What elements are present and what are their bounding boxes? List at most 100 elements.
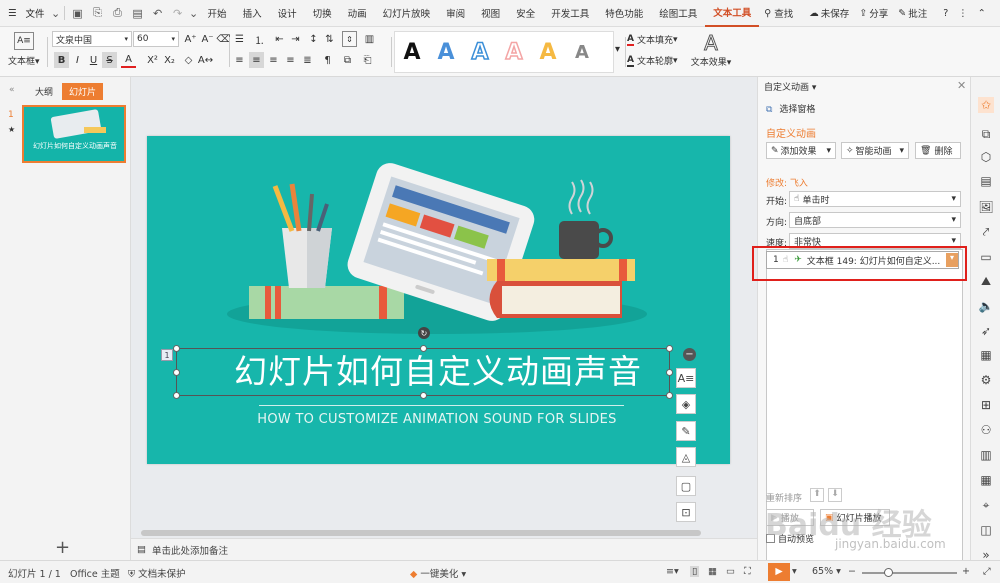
- shapes-icon[interactable]: ⬡: [978, 149, 994, 165]
- zoom-level[interactable]: 65% ▾: [812, 566, 841, 577]
- chevron-down-icon[interactable]: ⌄: [51, 0, 61, 27]
- textbox-icon[interactable]: A≡: [14, 32, 34, 50]
- bold-icon[interactable]: B: [54, 52, 69, 68]
- shrink-font-icon[interactable]: A⁻: [200, 31, 215, 47]
- audio-icon[interactable]: 🔈: [978, 298, 994, 314]
- zoom-in-icon[interactable]: +: [962, 566, 970, 577]
- tab-view[interactable]: 视图: [473, 0, 508, 27]
- wordart-style-4[interactable]: A: [497, 39, 531, 66]
- align-left-icon[interactable]: ≡: [232, 52, 247, 68]
- distribute-icon[interactable]: ≣: [300, 52, 315, 68]
- text-effect-button[interactable]: A 文本效果▾: [690, 31, 732, 69]
- text-direction-icon[interactable]: ⇅: [322, 31, 337, 47]
- add-slide-icon[interactable]: +: [55, 537, 70, 558]
- resize-handle[interactable]: [666, 392, 673, 399]
- frame-icon[interactable]: ▢: [676, 476, 696, 496]
- reading-view-icon[interactable]: ▭: [726, 566, 735, 577]
- eraser-icon[interactable]: ◇: [181, 52, 196, 68]
- tab-outline[interactable]: 大纲: [28, 83, 60, 100]
- paragraph-icon[interactable]: ¶: [320, 52, 335, 68]
- superscript-icon[interactable]: X²: [145, 52, 160, 68]
- tab-features[interactable]: 特色功能: [597, 0, 651, 27]
- wordart-style-3[interactable]: A: [463, 39, 497, 66]
- textbox-button[interactable]: 文本框▾: [8, 54, 40, 67]
- justify-icon[interactable]: ≡: [283, 52, 298, 68]
- textbox-tool-icon[interactable]: ⊡: [676, 502, 696, 522]
- resize-handle[interactable]: [173, 369, 180, 376]
- picture-icon[interactable]: ⛰: [978, 273, 994, 289]
- tab-design[interactable]: 设计: [270, 0, 305, 27]
- font-name-select[interactable]: 文泉中国 ▾: [52, 31, 132, 47]
- image-icon[interactable]: 🖼: [978, 199, 994, 215]
- tab-developer[interactable]: 开发工具: [543, 0, 597, 27]
- bullet-list-icon[interactable]: ☰: [232, 31, 247, 47]
- fullscreen-icon[interactable]: ⛶: [744, 566, 751, 577]
- play-options-icon[interactable]: ▾: [792, 566, 797, 577]
- wordart-style-1[interactable]: A: [395, 40, 429, 65]
- tab-drawing-tools[interactable]: 绘图工具: [651, 0, 705, 27]
- tab-transition[interactable]: 切换: [305, 0, 340, 27]
- slide[interactable]: 幻灯片如何自定义动画声音 ↻ 1 HOW TO CUSTOMIZE ANIMAT…: [147, 136, 730, 464]
- paste-icon[interactable]: ⎗: [360, 52, 375, 68]
- grid-icon[interactable]: ▦: [978, 472, 994, 488]
- settings-sliders-icon[interactable]: ⚙: [978, 372, 994, 388]
- sorter-view-icon[interactable]: ▦: [708, 566, 717, 577]
- gallery-more-icon[interactable]: ▾: [610, 41, 625, 57]
- tab-animation[interactable]: 动画: [340, 0, 375, 27]
- resize-handle[interactable]: [173, 392, 180, 399]
- format-painter-icon[interactable]: ⎘: [88, 0, 108, 27]
- tab-security[interactable]: 安全: [508, 0, 543, 27]
- start-select[interactable]: ☝ 单击时 ▾: [789, 191, 961, 207]
- design-icon[interactable]: ⧉: [978, 126, 994, 142]
- align-text-icon[interactable]: ⇕: [342, 31, 357, 47]
- zoom-slider[interactable]: [862, 568, 957, 577]
- resize-handle[interactable]: [666, 369, 673, 376]
- smart-animation-button[interactable]: ✧ 智能动画 ▾: [841, 142, 909, 159]
- horizontal-scrollbar[interactable]: [131, 527, 757, 538]
- slide-thumbnail[interactable]: 幻灯片如何自定义动画声音: [22, 105, 126, 163]
- search-button[interactable]: ⚲ 查找: [759, 0, 798, 27]
- font-color-icon[interactable]: A: [121, 52, 136, 68]
- fill-icon[interactable]: ◬: [676, 447, 696, 467]
- file-menu[interactable]: 文件: [20, 0, 51, 27]
- chevron-down-icon[interactable]: ⌄: [188, 0, 200, 27]
- slide-subtitle[interactable]: HOW TO CUSTOMIZE ANIMATION SOUND FOR SLI…: [187, 412, 687, 427]
- theme-name[interactable]: Office 主题: [70, 566, 120, 580]
- tab-slides[interactable]: 幻灯片: [62, 83, 104, 100]
- compass-icon[interactable]: ➶: [978, 323, 994, 339]
- grow-font-icon[interactable]: A⁺: [183, 31, 198, 47]
- font-size-select[interactable]: 60 ▾: [133, 31, 179, 47]
- decrease-indent-icon[interactable]: ⇤: [272, 31, 287, 47]
- select-pane-button[interactable]: ⧉ 选择窗格: [766, 102, 815, 115]
- animation-star-icon[interactable]: ✩: [978, 97, 994, 113]
- text-style-icon[interactable]: A≡: [676, 368, 696, 388]
- box-icon[interactable]: ▭: [978, 249, 994, 265]
- close-icon[interactable]: ✕: [957, 79, 966, 92]
- preview-icon[interactable]: ▤: [128, 0, 148, 27]
- zoom-slider-knob[interactable]: [884, 568, 893, 577]
- undo-icon[interactable]: ↶: [148, 0, 168, 27]
- align-center-icon[interactable]: ≡: [249, 52, 264, 68]
- smart-art-icon[interactable]: ⧉: [340, 52, 355, 68]
- tab-review[interactable]: 审阅: [438, 0, 473, 27]
- resize-handle[interactable]: [173, 345, 180, 352]
- unsaved-button[interactable]: ☁ 未保存: [804, 0, 854, 27]
- direction-select[interactable]: 自底部 ▾: [789, 212, 961, 228]
- tab-home[interactable]: 开始: [200, 0, 235, 27]
- template-icon[interactable]: ▤: [978, 173, 994, 189]
- layout-icon[interactable]: ⊞: [978, 397, 994, 413]
- text-outline-button[interactable]: A 文本轮廓 ▾: [627, 54, 678, 67]
- delete-button[interactable]: 🗑 删除: [915, 142, 961, 159]
- notes-area[interactable]: ▤ 单击此处添加备注: [131, 538, 757, 560]
- hierarchy-icon[interactable]: ⚇: [978, 422, 994, 438]
- collapse-panel-icon[interactable]: «: [2, 83, 22, 97]
- play-slideshow-button[interactable]: ▶: [768, 563, 790, 581]
- align-right-icon[interactable]: ≡: [266, 52, 281, 68]
- resize-handle[interactable]: [666, 345, 673, 352]
- more-icon[interactable]: ⋮: [953, 0, 973, 27]
- beautify-button[interactable]: ◆ 一键美化 ▾: [410, 566, 466, 580]
- tab-text-tools[interactable]: 文本工具: [705, 0, 760, 27]
- numbered-list-icon[interactable]: ⒈: [252, 31, 267, 47]
- add-effect-button[interactable]: ✎ 添加效果 ▾: [766, 142, 836, 159]
- wordart-style-6[interactable]: A: [565, 42, 599, 63]
